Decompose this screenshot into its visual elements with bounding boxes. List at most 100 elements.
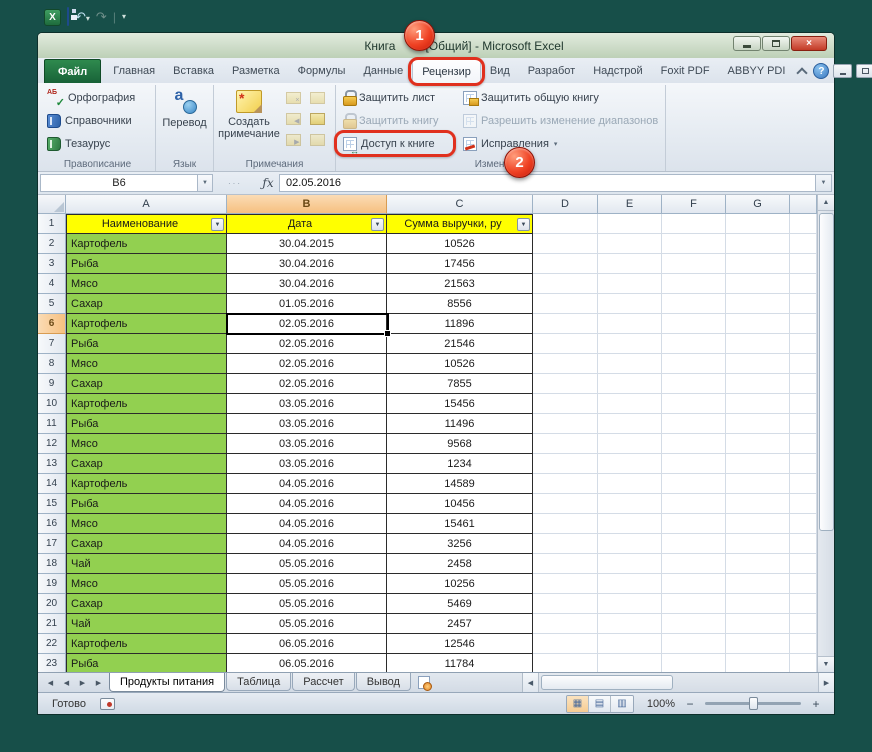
name-box-dropdown[interactable]: ▼ (198, 174, 213, 192)
delete-comment-button[interactable]: × (282, 88, 304, 107)
cell-H9[interactable] (790, 374, 817, 394)
cell-B20[interactable]: 05.05.2016 (227, 594, 387, 614)
cell-G12[interactable] (726, 434, 790, 454)
scroll-left-button[interactable]: ◀ (523, 673, 539, 692)
cell-D2[interactable] (533, 234, 598, 254)
cell-B22[interactable]: 06.05.2016 (227, 634, 387, 654)
scroll-right-button[interactable]: ▶ (818, 673, 834, 692)
scroll-down-button[interactable]: ▼ (817, 656, 834, 672)
cell-E7[interactable] (598, 334, 662, 354)
cell-E1[interactable] (598, 214, 662, 234)
minimize-button[interactable] (733, 36, 761, 51)
cell-H8[interactable] (790, 354, 817, 374)
zoom-level[interactable]: 100% (641, 698, 675, 710)
row-header-11[interactable]: 11 (38, 414, 66, 434)
cell-C3[interactable]: 17456 (387, 254, 533, 274)
cell-B16[interactable]: 04.05.2016 (227, 514, 387, 534)
cell-H5[interactable] (790, 294, 817, 314)
cell-B17[interactable]: 04.05.2016 (227, 534, 387, 554)
cell-G7[interactable] (726, 334, 790, 354)
cell-B12[interactable]: 03.05.2016 (227, 434, 387, 454)
zoom-slider-thumb[interactable] (749, 697, 758, 710)
cell-E3[interactable] (598, 254, 662, 274)
track-changes-button[interactable]: Исправления ▾ (459, 133, 662, 154)
cell-B18[interactable]: 05.05.2016 (227, 554, 387, 574)
cell-A22[interactable]: Картофель (66, 634, 227, 654)
cell-D6[interactable] (533, 314, 598, 334)
cell-F17[interactable] (662, 534, 726, 554)
next-comment-button[interactable]: ▶ (282, 130, 304, 149)
cell-F13[interactable] (662, 454, 726, 474)
row-header-10[interactable]: 10 (38, 394, 66, 414)
cell-D4[interactable] (533, 274, 598, 294)
cell-A14[interactable]: Картофель (66, 474, 227, 494)
cell-G9[interactable] (726, 374, 790, 394)
record-macro-icon[interactable] (99, 697, 115, 710)
cell-C16[interactable]: 15461 (387, 514, 533, 534)
sheet-tab-Вывод[interactable]: Вывод (355, 673, 411, 691)
cell-B23[interactable]: 06.05.2016 (227, 654, 387, 672)
cell-C11[interactable]: 11496 (387, 414, 533, 434)
row-header-4[interactable]: 4 (38, 274, 66, 294)
ribbon-tab-Рецензир[interactable]: Рецензир (408, 57, 485, 86)
cell-A3[interactable]: Рыба (66, 254, 227, 274)
insert-function-button[interactable]: ƒx (257, 174, 279, 192)
protect-shared-workbook-button[interactable]: Защитить общую книгу (459, 87, 662, 108)
insert-worksheet-button[interactable] (412, 673, 436, 692)
cell-D19[interactable] (533, 574, 598, 594)
cell-F1[interactable] (662, 214, 726, 234)
cell-D3[interactable] (533, 254, 598, 274)
cell-C10[interactable]: 15456 (387, 394, 533, 414)
cell-H11[interactable] (790, 414, 817, 434)
cell-H20[interactable] (790, 594, 817, 614)
row-header-12[interactable]: 12 (38, 434, 66, 454)
cell-C5[interactable]: 8556 (387, 294, 533, 314)
cell-H15[interactable] (790, 494, 817, 514)
cell-D12[interactable] (533, 434, 598, 454)
cell-D23[interactable] (533, 654, 598, 672)
normal-view-button[interactable]: ▦ (567, 695, 589, 712)
row-header-5[interactable]: 5 (38, 294, 66, 314)
horizontal-scroll-thumb[interactable] (541, 675, 673, 690)
page-break-view-button[interactable]: ▥ (611, 695, 633, 712)
cell-A1[interactable]: Наименование ▼ (66, 214, 227, 234)
previous-comment-button[interactable]: ◀ (282, 109, 304, 128)
cell-G14[interactable] (726, 474, 790, 494)
vertical-scrollbar[interactable]: ▲ ▼ (817, 195, 834, 672)
cell-C21[interactable]: 2457 (387, 614, 533, 634)
cell-F15[interactable] (662, 494, 726, 514)
sheet-tab-Таблица[interactable]: Таблица (226, 673, 292, 691)
cell-C19[interactable]: 10256 (387, 574, 533, 594)
cell-H19[interactable] (790, 574, 817, 594)
cell-E16[interactable] (598, 514, 662, 534)
cell-F23[interactable] (662, 654, 726, 672)
ribbon-tab-ABBYY PDI[interactable]: ABBYY PDI (719, 59, 795, 83)
cell-E12[interactable] (598, 434, 662, 454)
cell-G3[interactable] (726, 254, 790, 274)
cell-E5[interactable] (598, 294, 662, 314)
cell-C12[interactable]: 9568 (387, 434, 533, 454)
cell-E2[interactable] (598, 234, 662, 254)
cell-D8[interactable] (533, 354, 598, 374)
help-button[interactable]: ? (813, 63, 830, 79)
show-hide-comment-button[interactable] (306, 88, 328, 107)
cell-F4[interactable] (662, 274, 726, 294)
cell-A9[interactable]: Сахар (66, 374, 227, 394)
ribbon-tab-Foxit PDF[interactable]: Foxit PDF (652, 59, 719, 83)
horizontal-scroll-track[interactable] (539, 673, 818, 692)
ribbon-tab-Разметка[interactable]: Разметка (223, 59, 289, 83)
cell-H7[interactable] (790, 334, 817, 354)
filter-button-C[interactable]: ▼ (517, 218, 530, 231)
cell-A19[interactable]: Мясо (66, 574, 227, 594)
cell-C8[interactable]: 10526 (387, 354, 533, 374)
cell-B19[interactable]: 05.05.2016 (227, 574, 387, 594)
page-layout-view-button[interactable]: ▤ (589, 695, 611, 712)
cell-C2[interactable]: 10526 (387, 234, 533, 254)
cell-E21[interactable] (598, 614, 662, 634)
protect-workbook-button[interactable]: Защитить книгу (339, 110, 451, 131)
column-header-D[interactable]: D (533, 195, 598, 214)
first-sheet-button[interactable]: ◀ (43, 675, 58, 690)
cell-C9[interactable]: 7855 (387, 374, 533, 394)
cell-G10[interactable] (726, 394, 790, 414)
cell-C14[interactable]: 14589 (387, 474, 533, 494)
